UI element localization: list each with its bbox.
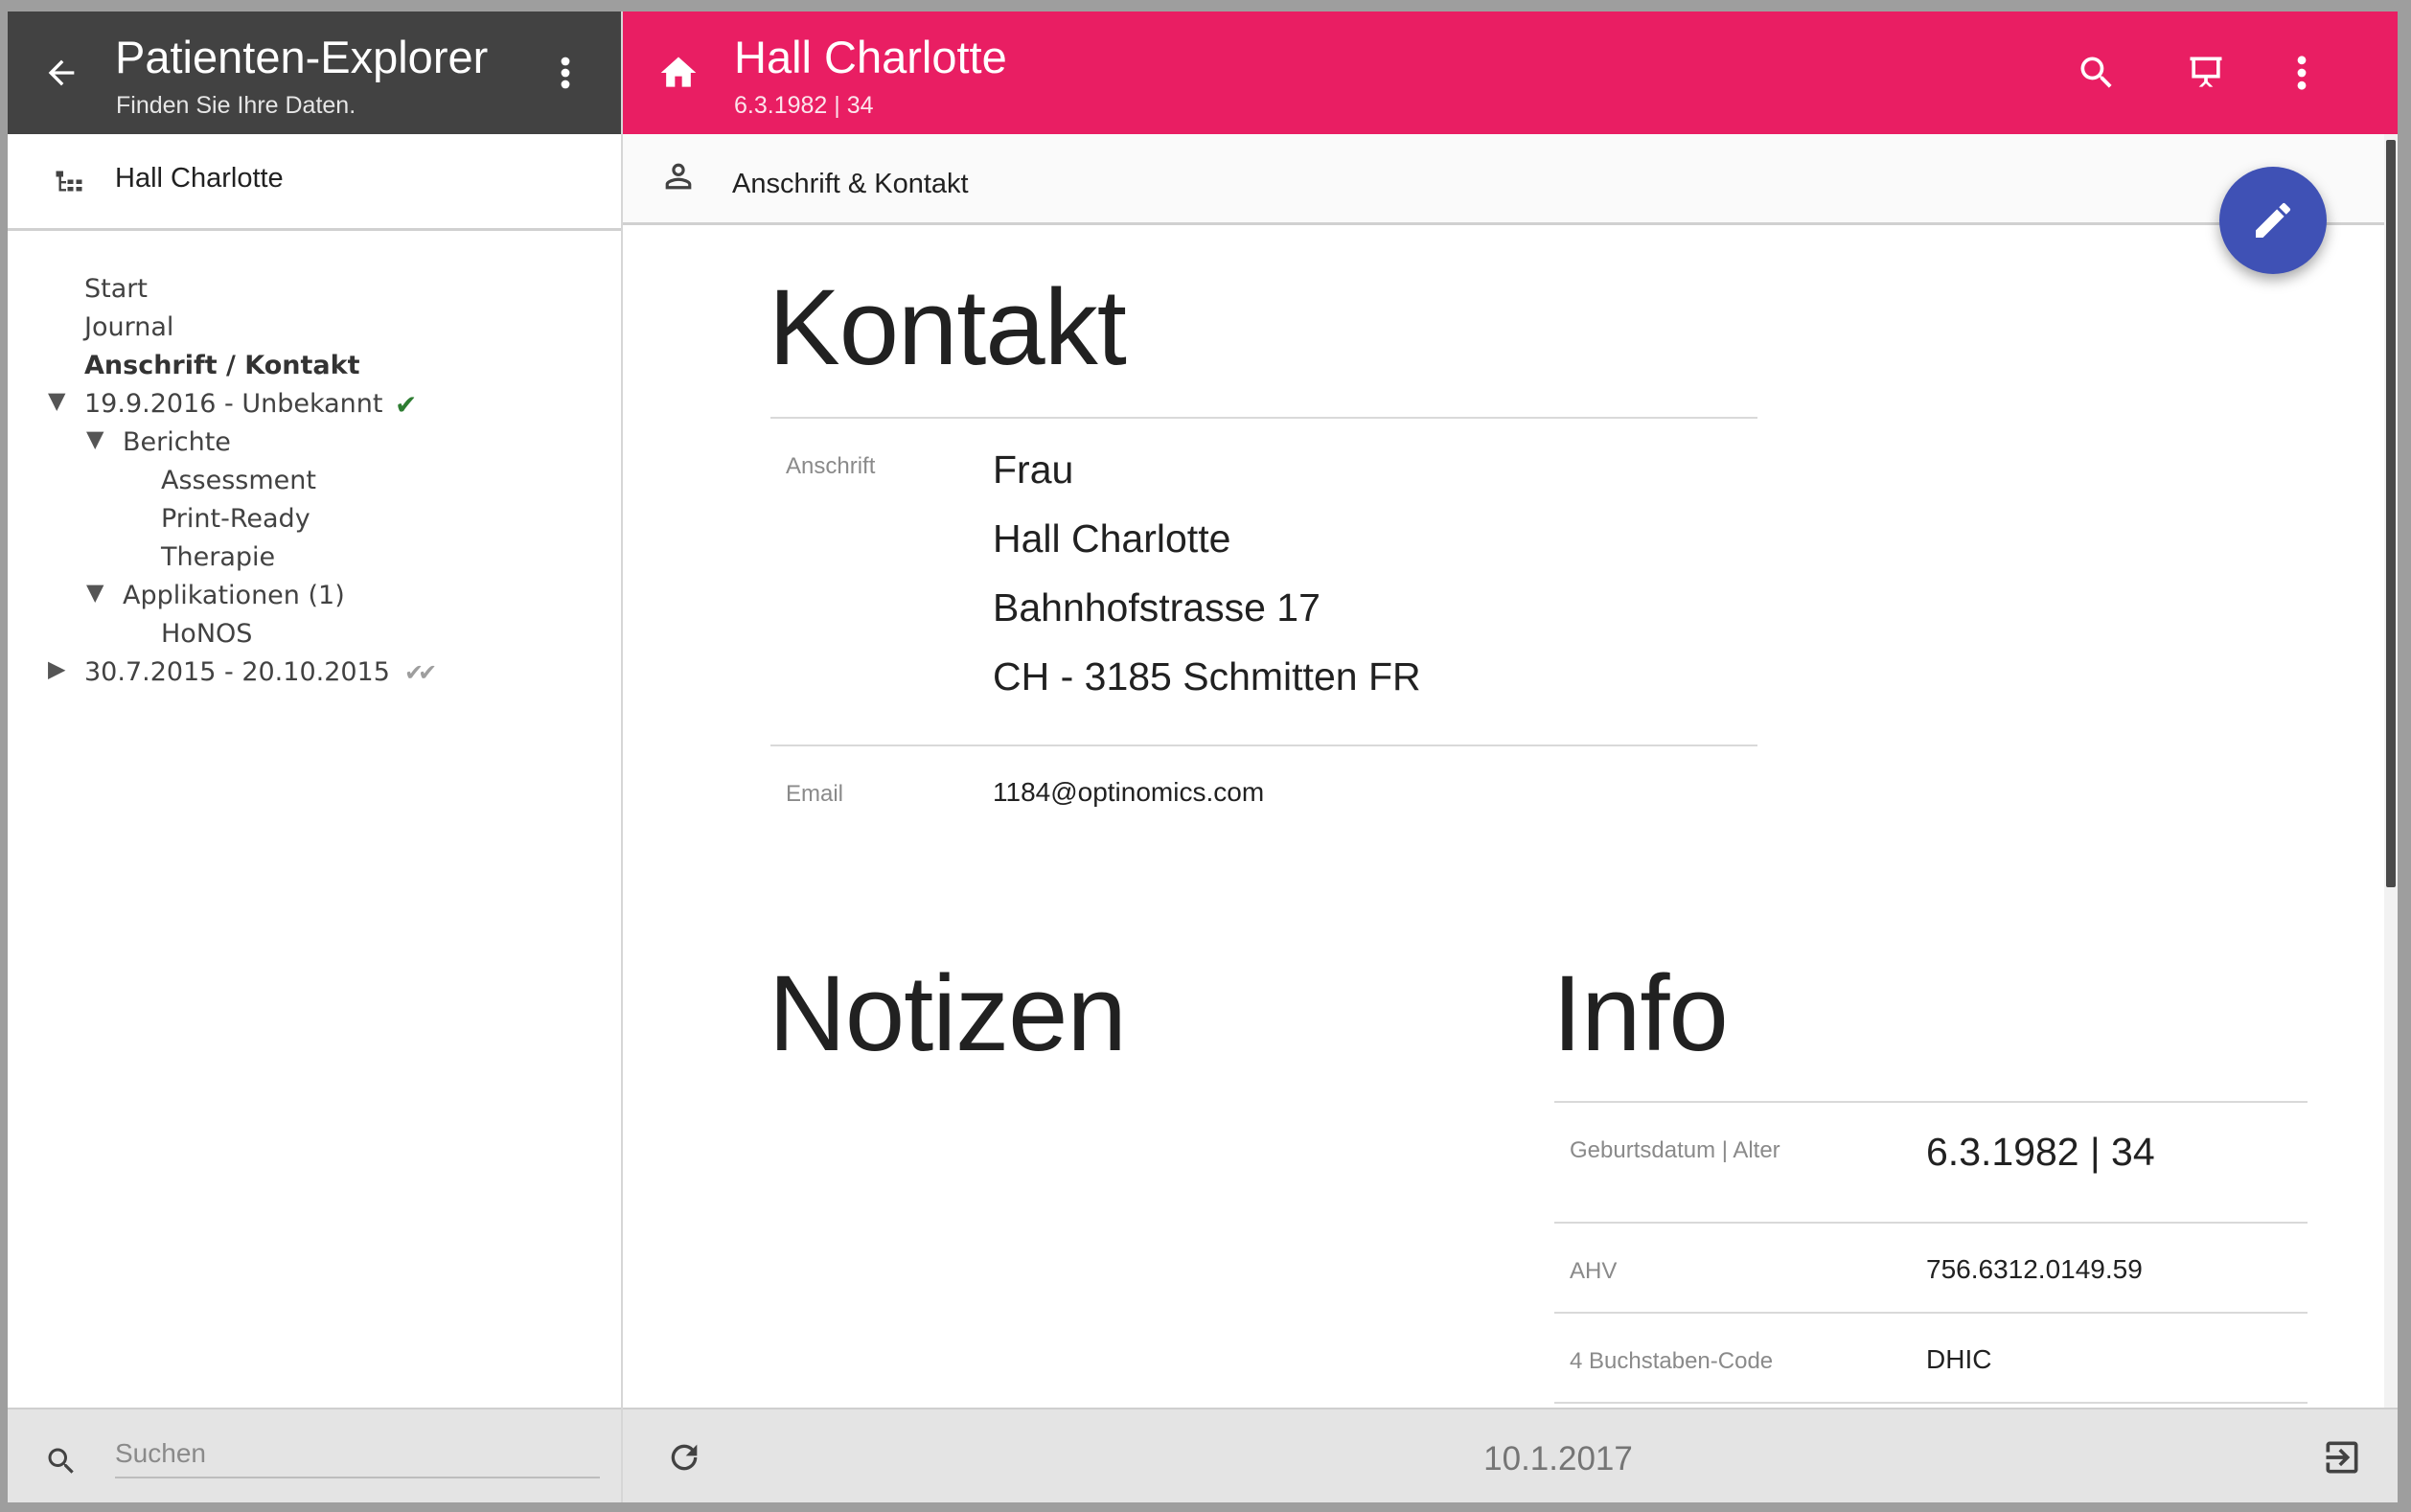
divider [770,417,1757,419]
address-line: Hall Charlotte [993,516,1231,561]
tree-item-applikationen[interactable]: Applikationen (1) [123,577,345,615]
pencil-icon [2256,202,2291,238]
divider [1554,1101,2308,1103]
tree-item-print-ready[interactable]: Print-Ready [161,500,310,538]
patient-tree-header: Hall Charlotte [8,134,621,231]
more-vert-icon[interactable] [556,54,575,92]
collapse-triangle-icon[interactable]: ▶ [48,655,65,682]
info-label-ahv: AHV [1570,1258,1618,1284]
tree-item-episode-2016[interactable]: 19.9.2016 - Unbekannt [84,385,382,424]
tree-item-honos[interactable]: HoNOS [161,615,252,653]
expand-triangle-icon[interactable]: ▼ [86,425,103,452]
presentation-icon[interactable] [2185,52,2227,94]
patient-name: Hall Charlotte [734,32,1007,82]
patient-explorer-panel: Patienten-Explorer Finden Sie Ihre Daten… [8,11,623,1502]
kontakt-heading: Kontakt [769,267,1127,387]
email-label: Email [786,781,844,807]
info-heading: Info [1552,953,1729,1073]
tree-item-journal[interactable]: Journal [84,309,173,347]
address-line: Frau [993,447,1074,492]
expand-triangle-icon[interactable]: ▼ [86,579,103,606]
check-icon: ✔ [395,389,418,421]
patient-birthdate-age: 6.3.1982 | 34 [734,92,874,119]
divider [1554,1222,2308,1224]
app-window: Patienten-Explorer Finden Sie Ihre Daten… [8,11,2398,1502]
anschrift-label: Anschrift [786,453,876,479]
divider [1554,1402,2308,1404]
more-vert-icon[interactable] [2290,52,2313,94]
person-icon [665,163,692,190]
tree-item-start[interactable]: Start [84,270,148,309]
notizen-heading: Notizen [769,953,1127,1073]
logout-icon[interactable] [2321,1436,2363,1478]
info-value-code: DHIC [1926,1344,1992,1374]
tree-structure-icon [56,171,82,192]
back-arrow-icon[interactable] [42,54,80,92]
tree-item-therapie[interactable]: Therapie [161,538,275,577]
search-bar [8,1408,621,1502]
info-label-code: 4 Buchstaben-Code [1570,1348,1774,1374]
address-line: Bahnhofstrasse 17 [993,585,1320,630]
email-value[interactable]: 1184@optinomics.com [993,777,1264,808]
contact-content: Kontakt Anschrift Frau Hall Charlotte Ba… [623,225,2382,1408]
tree-item-anschrift-kontakt[interactable]: Anschrift / Kontakt [84,347,360,385]
tree-item-berichte[interactable]: Berichte [123,424,231,462]
search-input[interactable] [115,1431,600,1478]
patient-tree-label: Hall Charlotte [115,163,284,194]
info-label-birthdate: Geburtsdatum | Alter [1570,1137,1780,1163]
divider [1554,1312,2308,1314]
explorer-subtitle: Finden Sie Ihre Daten. [116,92,356,119]
patient-header: Hall Charlotte 6.3.1982 | 34 [623,11,2398,134]
explorer-header: Patienten-Explorer Finden Sie Ihre Daten… [8,11,621,134]
current-date: 10.1.2017 [1483,1440,1633,1478]
divider [770,745,1757,746]
info-value-birthdate: 6.3.1982 | 34 [1926,1130,2155,1174]
search-icon[interactable] [2076,52,2118,94]
address-line: CH - 3185 Schmitten FR [993,654,1421,699]
tree-item-assessment[interactable]: Assessment [161,462,316,500]
home-icon[interactable] [657,52,700,94]
patient-detail-panel: Hall Charlotte 6.3.1982 | 34 Anschrift &… [623,11,2398,1502]
edit-button[interactable] [2219,167,2327,274]
tree-item-episode-2015[interactable]: 30.7.2015 - 20.10.2015 [84,653,390,692]
expand-triangle-icon[interactable]: ▼ [48,387,65,414]
explorer-title: Patienten-Explorer [115,32,489,82]
search-icon [48,1448,74,1474]
double-check-icon: ✔✔ [404,659,437,686]
status-bar: 10.1.2017 [623,1408,2398,1502]
scrollbar-thumb[interactable] [2386,140,2396,887]
section-title: Anschrift & Kontakt [732,169,969,199]
section-header: Anschrift & Kontakt [623,134,2398,225]
info-value-ahv: 756.6312.0149.59 [1926,1254,2143,1284]
